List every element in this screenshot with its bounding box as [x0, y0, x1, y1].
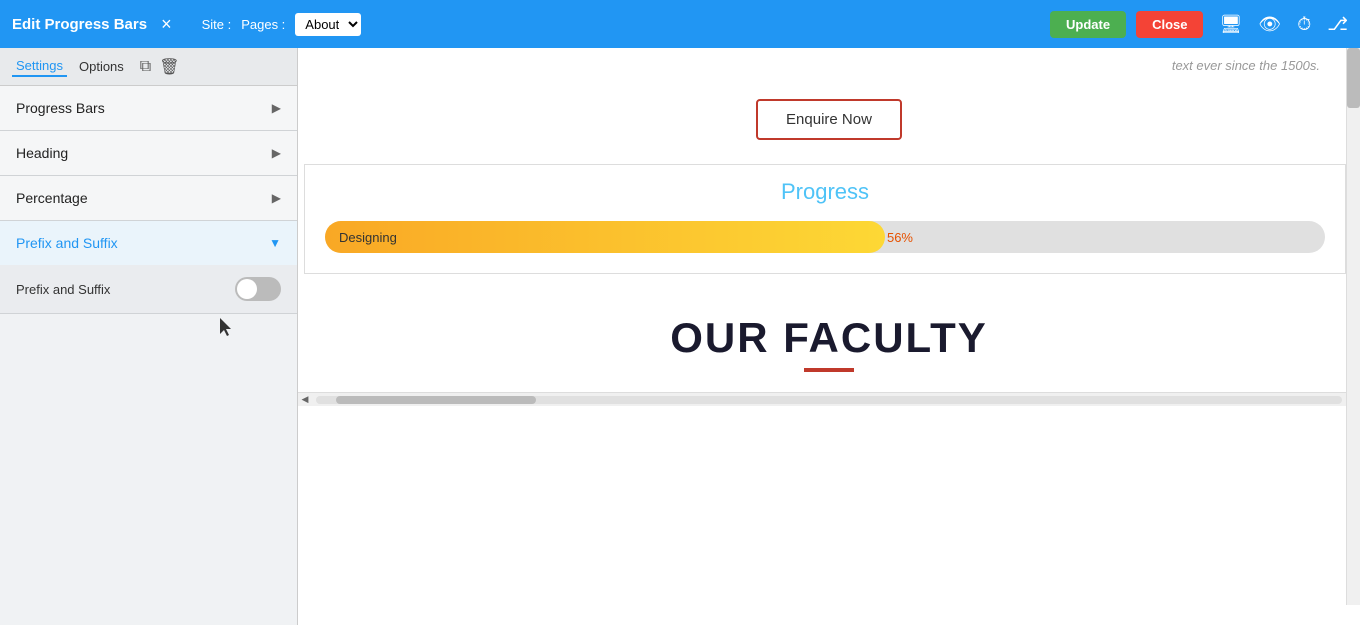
- accordion-progress-bars-header[interactable]: Progress Bars ▶: [0, 86, 297, 130]
- pages-label: Pages :: [241, 17, 285, 32]
- page-select[interactable]: About: [295, 13, 361, 36]
- accordion-progress-bars: Progress Bars ▶: [0, 86, 297, 131]
- header-bar: Edit Progress Bars × Site : Pages : Abou…: [0, 0, 1360, 48]
- prefix-suffix-toggle-label: Prefix and Suffix: [16, 282, 110, 297]
- right-scrollbar-thumb[interactable]: [1347, 48, 1360, 108]
- tabs-row: Settings Options ⧉ 🗑: [0, 48, 297, 86]
- accordion-progress-bars-label: Progress Bars: [16, 100, 105, 116]
- right-scrollbar[interactable]: [1346, 48, 1360, 605]
- accordion-prefix-suffix-header[interactable]: Prefix and Suffix ▼: [0, 221, 297, 265]
- progress-bar-percentage: 56%: [887, 230, 913, 245]
- close-x-button[interactable]: ×: [161, 14, 172, 35]
- accordion-heading-header[interactable]: Heading ▶: [0, 131, 297, 175]
- scroll-left-arrow[interactable]: ◀: [298, 393, 312, 407]
- prefix-suffix-toggle[interactable]: [235, 277, 281, 301]
- bottom-scrollbar-thumb[interactable]: [336, 396, 536, 404]
- right-panel: text ever since the 1500s. Enquire Now P…: [298, 48, 1360, 625]
- accordion-percentage-label: Percentage: [16, 190, 88, 206]
- progress-bar-label: Designing: [339, 230, 397, 245]
- left-panel: Settings Options ⧉ 🗑 Progress Bars ▶ Hea…: [0, 48, 298, 625]
- faculty-underline: [804, 368, 854, 372]
- history-icon[interactable]: ⏱: [1297, 14, 1311, 35]
- sitemap-icon[interactable]: ⎇: [1327, 14, 1348, 35]
- chevron-right-icon: ▶: [272, 146, 281, 160]
- cursor-area: [0, 314, 297, 344]
- tab-settings[interactable]: Settings: [12, 56, 67, 77]
- toggle-slider: [235, 277, 281, 301]
- close-button[interactable]: Close: [1136, 11, 1203, 38]
- accordion-heading-label: Heading: [16, 145, 68, 161]
- top-fade-text: text ever since the 1500s.: [298, 48, 1360, 83]
- accordion-percentage: Percentage ▶: [0, 176, 297, 221]
- accordion-prefix-suffix: Prefix and Suffix ▼ Prefix and Suffix: [0, 221, 297, 314]
- progress-title: Progress: [325, 179, 1325, 205]
- eye-icon[interactable]: 👁: [1258, 14, 1281, 35]
- progress-inner: Progress Designing 56%: [305, 165, 1345, 273]
- update-button[interactable]: Update: [1050, 11, 1126, 38]
- enquire-now-button[interactable]: Enquire Now: [756, 99, 902, 140]
- main-area: Settings Options ⧉ 🗑 Progress Bars ▶ Hea…: [0, 48, 1360, 625]
- progress-bar-fill: Designing 56%: [325, 221, 885, 253]
- duplicate-icon[interactable]: ⧉: [140, 58, 151, 76]
- progress-section: Progress Designing 56%: [304, 164, 1346, 274]
- accordion-heading: Heading ▶: [0, 131, 297, 176]
- prefix-suffix-content: Prefix and Suffix: [0, 265, 297, 313]
- progress-bar-container: Designing 56%: [325, 221, 1325, 253]
- panel-title: Edit Progress Bars: [12, 16, 147, 33]
- faculty-section: OUR FACULTY: [298, 274, 1360, 392]
- cursor-icon: [220, 318, 234, 338]
- accordion-prefix-suffix-label: Prefix and Suffix: [16, 235, 118, 251]
- accordion-percentage-header[interactable]: Percentage ▶: [0, 176, 297, 220]
- monitor-icon[interactable]: 🖥: [1219, 14, 1242, 35]
- chevron-down-icon: ▼: [269, 236, 281, 250]
- tab-options[interactable]: Options: [75, 57, 128, 76]
- chevron-right-icon: ▶: [272, 191, 281, 205]
- site-label: Site :: [202, 17, 232, 32]
- bottom-scrollbar[interactable]: ◀ ▶: [298, 392, 1360, 406]
- delete-icon[interactable]: 🗑: [159, 57, 179, 77]
- chevron-right-icon: ▶: [272, 101, 281, 115]
- faculty-title: OUR FACULTY: [298, 314, 1360, 362]
- enquire-section: Enquire Now: [298, 83, 1360, 164]
- bottom-scrollbar-track: [316, 396, 1342, 404]
